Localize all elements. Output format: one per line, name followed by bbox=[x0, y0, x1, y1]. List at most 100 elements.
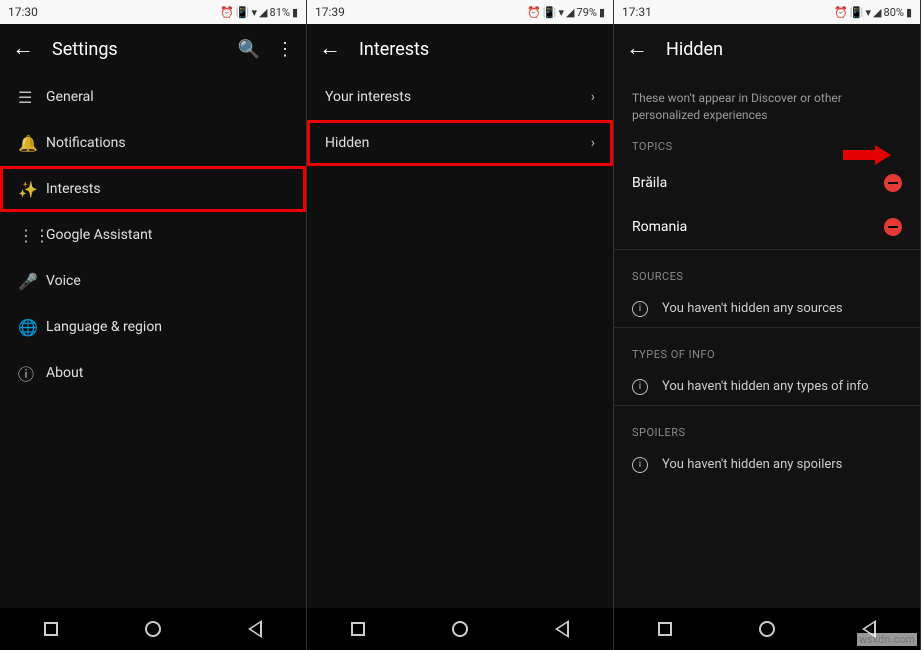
assist-icon: ⋮⋮ bbox=[18, 226, 46, 245]
topic-name: Romania bbox=[632, 219, 884, 235]
info-icon: i bbox=[632, 301, 648, 317]
vibrate-icon: 📳 bbox=[850, 6, 864, 19]
nav-bar bbox=[0, 608, 306, 650]
topic-row[interactable]: Romania bbox=[614, 205, 920, 249]
alarm-icon: ⏰ bbox=[220, 6, 234, 19]
empty-text: You haven't hidden any sources bbox=[662, 301, 843, 316]
chevron-right-icon: › bbox=[591, 135, 595, 151]
chevron-right-icon: › bbox=[591, 89, 595, 105]
info-icon: i bbox=[632, 457, 648, 473]
app-bar: ← Interests bbox=[307, 24, 613, 74]
status-time: 17:31 bbox=[622, 5, 652, 19]
globe-icon: 🌐 bbox=[18, 318, 46, 337]
battery-text: 80% bbox=[884, 6, 904, 19]
status-icons: ⏰ 📳 ▾ ◢ 81% ▮ bbox=[220, 6, 298, 19]
back-icon[interactable]: ← bbox=[626, 38, 648, 60]
status-bar: 17:39 ⏰ 📳 ▾ ◢ 79% ▮ bbox=[307, 0, 613, 24]
back-icon[interactable]: ← bbox=[12, 38, 34, 60]
alarm-icon: ⏰ bbox=[834, 6, 848, 19]
settings-item-label: Language & region bbox=[46, 319, 288, 335]
settings-item-label: Google Assistant bbox=[46, 227, 288, 243]
nav-back-icon[interactable] bbox=[555, 620, 569, 638]
settings-item-label: General bbox=[46, 89, 288, 105]
wifi-icon: ▾ bbox=[866, 6, 872, 19]
hidden-description: These won't appear in Discover or other … bbox=[614, 74, 920, 134]
sliders-icon: ☰ bbox=[18, 88, 46, 107]
settings-item-interests[interactable]: ✨ Interests bbox=[0, 166, 306, 212]
settings-list: ☰ General 🔔 Notifications ✨ Interests ⋮⋮… bbox=[0, 74, 306, 608]
status-bar: 17:31 ⏰ 📳 ▾ ◢ 80% ▮ bbox=[614, 0, 920, 24]
settings-item-assistant[interactable]: ⋮⋮ Google Assistant bbox=[0, 212, 306, 258]
page-title: Settings bbox=[52, 39, 118, 60]
settings-item-general[interactable]: ☰ General bbox=[0, 74, 306, 120]
interests-item-your-interests[interactable]: Your interests › bbox=[307, 74, 613, 120]
empty-state-types: i You haven't hidden any types of info bbox=[614, 369, 920, 405]
remove-topic-button[interactable] bbox=[884, 174, 902, 192]
status-icons: ⏰ 📳 ▾ ◢ 79% ▮ bbox=[527, 6, 605, 19]
app-bar: ← Settings 🔍 ⋮ bbox=[0, 24, 306, 74]
signal-icon: ◢ bbox=[873, 6, 881, 19]
wifi-icon: ▾ bbox=[559, 6, 565, 19]
app-bar: ← Hidden bbox=[614, 24, 920, 74]
battery-icon: ▮ bbox=[292, 6, 298, 19]
hidden-content: These won't appear in Discover or other … bbox=[614, 74, 920, 608]
list-item-label: Your interests bbox=[325, 89, 591, 105]
wifi-icon: ▾ bbox=[252, 6, 258, 19]
search-icon[interactable]: 🔍 bbox=[238, 39, 260, 60]
info-icon: i bbox=[632, 379, 648, 395]
nav-bar bbox=[307, 608, 613, 650]
nav-home-icon[interactable] bbox=[452, 621, 468, 637]
remove-topic-button[interactable] bbox=[884, 218, 902, 236]
nav-recents-icon[interactable] bbox=[44, 622, 58, 636]
nav-recents-icon[interactable] bbox=[351, 622, 365, 636]
settings-item-label: Notifications bbox=[46, 135, 288, 151]
vibrate-icon: 📳 bbox=[236, 6, 250, 19]
vibrate-icon: 📳 bbox=[543, 6, 557, 19]
status-bar: 17:30 ⏰ 📳 ▾ ◢ 81% ▮ bbox=[0, 0, 306, 24]
section-header-spoilers: SPOILERS bbox=[614, 405, 920, 447]
empty-text: You haven't hidden any types of info bbox=[662, 379, 869, 394]
overflow-icon[interactable]: ⋮ bbox=[276, 39, 294, 60]
interests-item-hidden[interactable]: Hidden › bbox=[307, 120, 613, 166]
list-item-label: Hidden bbox=[325, 135, 591, 151]
status-icons: ⏰ 📳 ▾ ◢ 80% ▮ bbox=[834, 6, 912, 19]
topic-row[interactable]: Brăila bbox=[614, 161, 920, 205]
settings-item-about[interactable]: ⓘ About bbox=[0, 350, 306, 396]
bell-icon: 🔔 bbox=[18, 134, 46, 153]
settings-item-label: Interests bbox=[46, 181, 288, 197]
nav-home-icon[interactable] bbox=[759, 621, 775, 637]
back-icon[interactable]: ← bbox=[319, 38, 341, 60]
empty-state-spoilers: i You haven't hidden any spoilers bbox=[614, 447, 920, 483]
topic-name: Brăila bbox=[632, 175, 884, 191]
settings-item-voice[interactable]: 🎤 Voice bbox=[0, 258, 306, 304]
status-time: 17:39 bbox=[315, 5, 345, 19]
settings-item-language[interactable]: 🌐 Language & region bbox=[0, 304, 306, 350]
nav-recents-icon[interactable] bbox=[658, 622, 672, 636]
settings-item-label: About bbox=[46, 365, 288, 381]
battery-icon: ▮ bbox=[906, 6, 912, 19]
section-header-types: TYPES OF INFO bbox=[614, 327, 920, 369]
empty-state-sources: i You haven't hidden any sources bbox=[614, 291, 920, 327]
nav-back-icon[interactable] bbox=[248, 620, 262, 638]
wand-icon: ✨ bbox=[18, 180, 46, 199]
empty-text: You haven't hidden any spoilers bbox=[662, 457, 842, 472]
nav-home-icon[interactable] bbox=[145, 621, 161, 637]
screen-interests: 17:39 ⏰ 📳 ▾ ◢ 79% ▮ ← Interests Your int… bbox=[307, 0, 614, 650]
watermark: wsxdn.com bbox=[857, 633, 917, 646]
screen-hidden: 17:31 ⏰ 📳 ▾ ◢ 80% ▮ ← Hidden These won't… bbox=[614, 0, 921, 650]
screen-settings: 17:30 ⏰ 📳 ▾ ◢ 81% ▮ ← Settings 🔍 ⋮ ☰ Gen… bbox=[0, 0, 307, 650]
signal-icon: ◢ bbox=[259, 6, 267, 19]
settings-item-notifications[interactable]: 🔔 Notifications bbox=[0, 120, 306, 166]
battery-text: 81% bbox=[270, 6, 290, 19]
battery-icon: ▮ bbox=[599, 6, 605, 19]
battery-text: 79% bbox=[577, 6, 597, 19]
mic-icon: 🎤 bbox=[18, 272, 46, 291]
section-header-sources: SOURCES bbox=[614, 249, 920, 291]
settings-item-label: Voice bbox=[46, 273, 288, 289]
signal-icon: ◢ bbox=[566, 6, 574, 19]
interests-list: Your interests › Hidden › bbox=[307, 74, 613, 608]
page-title: Interests bbox=[359, 39, 429, 60]
alarm-icon: ⏰ bbox=[527, 6, 541, 19]
page-title: Hidden bbox=[666, 39, 723, 60]
section-header-topics: TOPICS bbox=[614, 134, 920, 161]
